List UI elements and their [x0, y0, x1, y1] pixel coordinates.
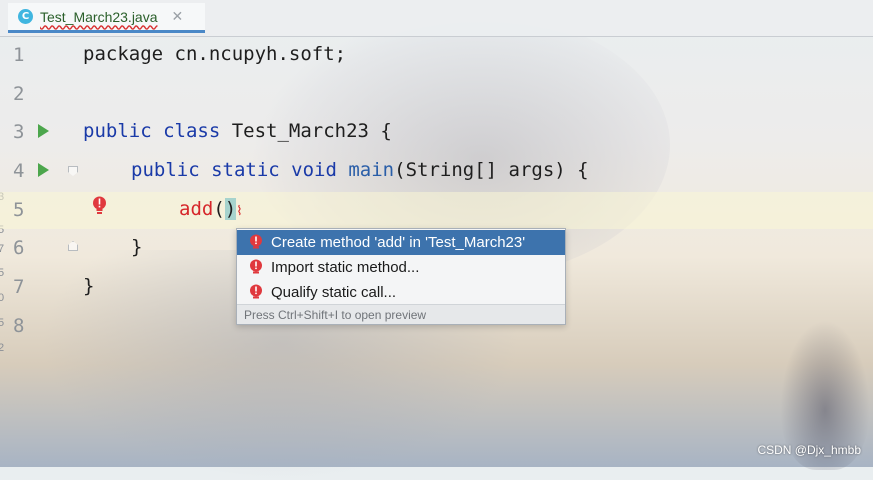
edge-number: 5 [0, 317, 5, 329]
fold-open-icon[interactable] [68, 166, 78, 176]
left-edge-strip: 3 5 7 5 0 5 2 [0, 37, 6, 467]
unresolved-method: add [179, 198, 214, 220]
line-number: 8 [13, 315, 25, 337]
popup-item-create-method[interactable]: Create method 'add' in 'Test_March23' [237, 230, 565, 255]
current-line-highlight [0, 192, 873, 229]
popup-item-import-static[interactable]: Import static method... [237, 255, 565, 280]
code-line-1[interactable]: package cn.ncupyh.soft; [83, 43, 346, 65]
popup-item-label: Qualify static call... [271, 284, 397, 301]
line-number: 5 [13, 199, 25, 221]
line-number: 7 [13, 276, 25, 298]
popup-item-label: Import static method... [271, 259, 420, 276]
error-bulb-icon [250, 284, 262, 298]
popup-item-label: Create method 'add' in 'Test_March23' [271, 234, 526, 251]
tab-label: Test_March23.java [40, 8, 158, 25]
line-number: 2 [13, 83, 25, 105]
popup-footer-hint: Press Ctrl+Shift+I to open preview [237, 304, 565, 324]
error-bulb-icon[interactable] [92, 196, 107, 216]
code-line-3[interactable]: public class Test_March23 { [83, 120, 392, 142]
close-icon[interactable]: ✕ [172, 9, 184, 25]
caret-paren: ) [224, 198, 237, 220]
line-number: 4 [13, 160, 25, 182]
code-line-6[interactable]: } [131, 236, 142, 258]
fold-close-icon[interactable] [68, 241, 78, 251]
quick-fix-popup: Create method 'add' in 'Test_March23' Im… [236, 228, 566, 325]
popup-item-qualify-static[interactable]: Qualify static call... [237, 280, 565, 305]
java-class-icon: C [18, 9, 33, 24]
run-main-icon[interactable] [38, 163, 49, 177]
run-class-icon[interactable] [38, 124, 49, 138]
code-line-7[interactable]: } [83, 275, 94, 297]
edge-number: 0 [0, 292, 5, 304]
line-number: 3 [13, 121, 25, 143]
error-bulb-icon [250, 234, 262, 248]
edge-number: 7 [0, 243, 5, 255]
watermark: CSDN @Djx_hmbb [757, 443, 861, 457]
tab-test-march23[interactable]: C Test_March23.java ✕ [8, 3, 205, 33]
line-number: 6 [13, 237, 25, 259]
code-line-4[interactable]: public static void main(String[] args) { [131, 159, 589, 181]
error-bulb-icon [250, 259, 262, 273]
editor-tab-bar: C Test_March23.java ✕ [0, 0, 873, 37]
edge-number: 2 [0, 342, 5, 354]
edge-number: 5 [0, 267, 5, 279]
code-line-5[interactable]: add()⌇ [179, 198, 243, 220]
line-number: 1 [13, 44, 25, 66]
